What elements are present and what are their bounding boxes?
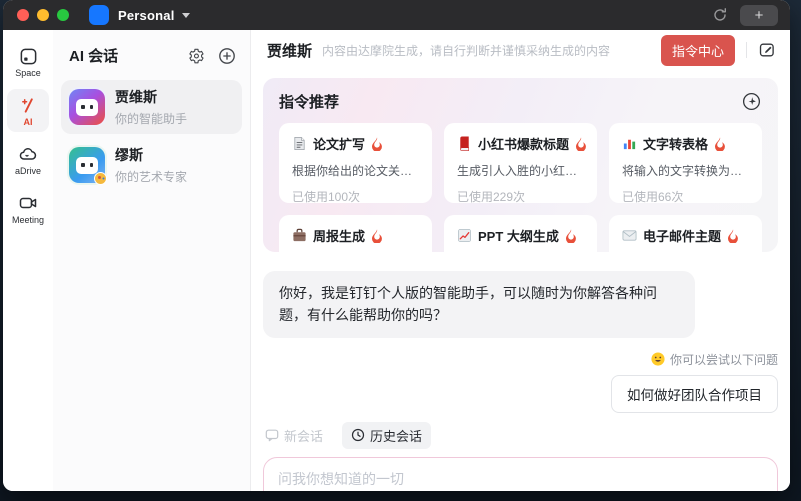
command-card-email-subject[interactable]: 电子邮件主题 — [609, 215, 762, 252]
briefcase-icon — [292, 228, 307, 243]
nav-item-adrive[interactable]: aDrive — [7, 138, 49, 181]
jarvis-avatar — [69, 89, 105, 125]
gear-icon — [187, 47, 205, 65]
compose-icon — [758, 41, 776, 59]
app-window: Personal + Space AI — [3, 0, 790, 491]
document-icon — [292, 136, 307, 151]
conversation-desc: 你的智能助手 — [115, 110, 187, 127]
history-session-button[interactable]: 历史会话 — [342, 422, 431, 449]
zoom-button[interactable] — [57, 9, 69, 21]
smiley-icon — [651, 352, 665, 366]
divider — [746, 42, 747, 58]
card-desc: 生成引人入胜的小红书标题 — [457, 162, 584, 179]
recommend-title: 指令推荐 — [279, 91, 339, 112]
plus-circle-icon — [218, 47, 236, 65]
muse-avatar — [69, 147, 105, 183]
chat-title: 贾维斯 — [267, 40, 312, 61]
cloud-icon — [18, 144, 38, 164]
sync-button[interactable] — [712, 7, 728, 23]
panel-title: AI 会话 — [69, 45, 174, 66]
command-card-text-to-table[interactable]: 文字转表格 将输入的文字转换为表格 已使用66次 — [609, 123, 762, 203]
command-card-weekly-report[interactable]: 周报生成 — [279, 215, 432, 252]
nav-label: aDrive — [15, 166, 41, 176]
conversation-name: 贾维斯 — [115, 87, 187, 107]
settings-button[interactable] — [187, 47, 205, 65]
nav-item-space[interactable]: Space — [7, 40, 49, 83]
conversation-desc: 你的艺术专家 — [115, 168, 187, 185]
new-session-label: 新会话 — [284, 426, 323, 445]
refresh-recommend-button[interactable] — [741, 91, 762, 112]
new-tab-button[interactable]: + — [740, 5, 778, 26]
compose-button[interactable] — [758, 41, 776, 59]
nav-label: AI — [24, 117, 33, 127]
session-actions: 新会话 历史会话 — [263, 422, 778, 449]
titlebar: Personal + — [3, 0, 790, 30]
history-session-label: 历史会话 — [370, 426, 422, 445]
chevron-down-icon — [182, 13, 190, 18]
conversation-item-muse[interactable]: 缪斯 你的艺术专家 — [61, 138, 242, 192]
palette-icon — [94, 172, 107, 185]
card-title: 周报生成 — [313, 226, 365, 245]
command-recommend-panel: 指令推荐 论文 — [263, 78, 778, 252]
command-card-paper-expand[interactable]: 论文扩写 根据你给出的论文关键信息进行... 已使用100次 — [279, 123, 432, 203]
command-card-ppt-outline[interactable]: PPT 大纲生成 — [444, 215, 597, 252]
new-conversation-button[interactable] — [218, 47, 236, 65]
traffic-lights — [17, 9, 69, 21]
card-usage: 已使用100次 — [292, 188, 419, 203]
suggested-question-button[interactable]: 如何做好团队合作项目 — [611, 375, 778, 413]
conversation-name: 缪斯 — [115, 145, 187, 165]
flame-icon — [714, 137, 726, 151]
try-hint-row: 你可以尝试以下问题 — [651, 351, 778, 368]
conversation-item-jarvis[interactable]: 贾维斯 你的智能助手 — [61, 80, 242, 134]
ai-magic-icon — [18, 95, 38, 115]
ai-disclaimer: 内容由达摩院生成，请自行判断并谨慎采纳生成的内容 — [322, 42, 661, 59]
nav-item-meeting[interactable]: Meeting — [7, 187, 49, 230]
card-title: 电子邮件主题 — [643, 226, 721, 245]
conversation-panel: AI 会话 贾维斯 你的智能助手 — [53, 30, 251, 491]
card-usage: 已使用66次 — [622, 188, 749, 203]
close-button[interactable] — [17, 9, 29, 21]
composer: ↵ 发送 / ⌘ ↵ 换行 — [263, 457, 778, 491]
space-icon — [18, 46, 38, 66]
conversation-panel-header: AI 会话 — [53, 30, 250, 78]
bar-chart-icon — [622, 136, 637, 151]
red-book-icon — [457, 136, 472, 151]
workspace-avatar — [89, 5, 109, 25]
card-desc: 根据你给出的论文关键信息进行... — [292, 162, 419, 179]
chat-bubble-icon — [265, 428, 279, 442]
flame-icon — [565, 229, 577, 243]
command-card-xhs-title[interactable]: 小红书爆款标题 生成引人入胜的小红书标题 已使用229次 — [444, 123, 597, 203]
flame-icon — [727, 229, 739, 243]
flame-icon — [371, 137, 383, 151]
flame-icon — [371, 229, 383, 243]
sparkle-circle-icon — [741, 91, 762, 112]
video-camera-icon — [18, 193, 38, 213]
card-desc: 将输入的文字转换为表格 — [622, 162, 749, 179]
minimize-button[interactable] — [37, 9, 49, 21]
flame-icon — [575, 137, 587, 151]
assistant-message-bubble: 你好，我是钉钉个人版的智能助手，可以随时为你解答各种问题，有什么能帮助你的吗？ — [263, 271, 695, 338]
command-center-button[interactable]: 指令中心 — [661, 35, 735, 66]
line-chart-icon — [457, 228, 472, 243]
card-title: 文字转表格 — [643, 134, 708, 153]
nav-label: Meeting — [12, 215, 44, 225]
workspace-title[interactable]: Personal — [118, 8, 175, 23]
card-title: 小红书爆款标题 — [478, 134, 569, 153]
card-usage: 已使用229次 — [457, 188, 584, 203]
envelope-icon — [622, 228, 637, 243]
nav-rail: Space AI aDrive Meeting — [3, 30, 53, 491]
message-input[interactable] — [278, 469, 618, 491]
sync-icon — [712, 7, 728, 23]
nav-item-ai[interactable]: AI — [7, 89, 49, 132]
desktop-background: Personal + Space AI — [0, 0, 801, 501]
try-hint-text: 你可以尝试以下问题 — [670, 351, 778, 368]
new-session-button[interactable]: 新会话 — [263, 422, 332, 449]
chat-header: 贾维斯 内容由达摩院生成，请自行判断并谨慎采纳生成的内容 指令中心 — [251, 30, 790, 70]
card-title: PPT 大纲生成 — [478, 226, 559, 245]
clock-icon — [351, 428, 365, 442]
command-card-grid: 论文扩写 根据你给出的论文关键信息进行... 已使用100次 — [279, 123, 762, 252]
card-title: 论文扩写 — [313, 134, 365, 153]
nav-label: Space — [15, 68, 41, 78]
chat-main: 贾维斯 内容由达摩院生成，请自行判断并谨慎采纳生成的内容 指令中心 指令推荐 — [251, 30, 790, 491]
